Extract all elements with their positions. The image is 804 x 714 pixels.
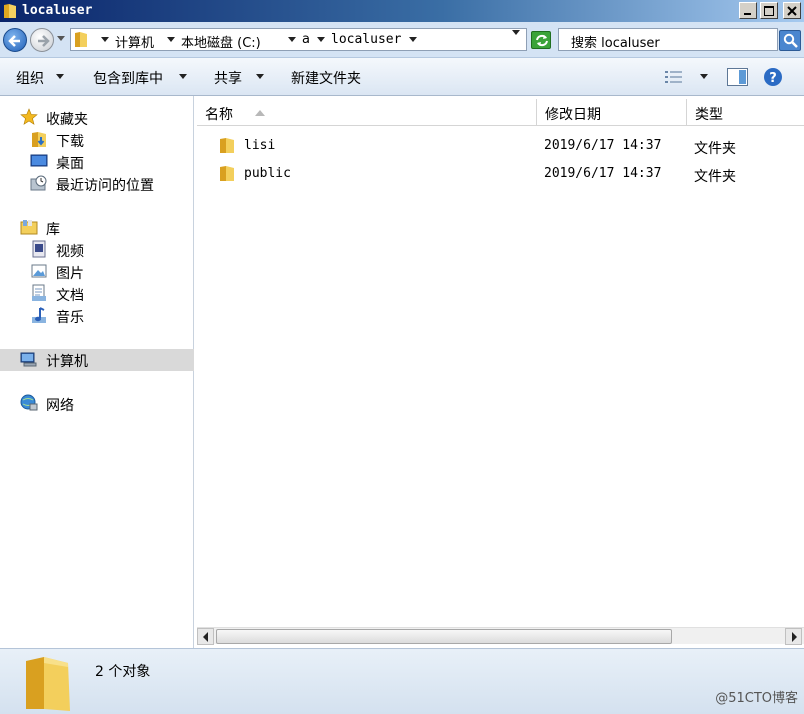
breadcrumb-a[interactable]: a [302,32,310,47]
network-icon [20,394,38,411]
folder-icon [4,4,16,18]
chevron-down-icon[interactable] [179,74,187,80]
organize-button[interactable]: 组织 [16,68,44,88]
close-icon [787,6,797,16]
column-type[interactable]: 类型 [687,99,804,126]
table-row[interactable]: public 2019/6/17 14:37 文件夹 [197,162,804,186]
scroll-right-button[interactable] [785,628,802,645]
chevron-down-icon[interactable] [409,37,417,43]
search-icon [783,33,798,48]
recent-places-icon [30,175,47,191]
address-history-chevron-icon[interactable] [512,30,520,36]
scroll-left-button[interactable] [197,628,214,645]
horizontal-scrollbar[interactable] [197,627,804,645]
documents-icon [32,284,46,301]
column-name[interactable]: 名称 [197,99,537,126]
item-count: 2 个对象 [95,664,151,680]
window-title: localuser [22,3,93,18]
libraries-icon [20,220,38,235]
arrow-right-icon [792,632,797,642]
recent-pages-chevron-icon[interactable] [57,36,65,42]
computer-icon [20,352,37,367]
chevron-down-icon[interactable] [317,37,325,43]
new-folder-button[interactable]: 新建文件夹 [291,68,361,88]
minimize-button[interactable] [739,2,757,19]
arrow-left-icon [8,35,20,47]
sort-ascending-icon [255,110,265,116]
maximize-icon [764,6,774,16]
svg-text:?: ? [769,71,777,86]
back-button[interactable] [3,28,27,52]
videos-icon [32,240,46,258]
address-row: 计算机 本地磁盘 (C:) a localuser 搜索 localuser [0,22,804,58]
column-modified[interactable]: 修改日期 [537,99,687,126]
music-icon [32,307,46,323]
details-pane: 2 个对象 @51CTO博客 [0,648,804,714]
refresh-button[interactable] [531,31,551,49]
minimize-icon [744,13,751,15]
share-button[interactable]: 共享 [214,68,242,88]
column-header: 名称 修改日期 类型 [197,99,804,126]
close-button[interactable] [783,2,801,19]
folder-icon [220,166,234,181]
chevron-down-icon[interactable] [101,37,109,43]
chevron-down-icon[interactable] [167,37,175,43]
help-icon[interactable]: ? [763,67,783,87]
forward-button[interactable] [30,28,54,52]
watermark: @51CTO博客 [715,691,798,706]
arrow-right-icon [38,35,50,47]
address-bar[interactable]: 计算机 本地磁盘 (C:) a localuser [70,28,527,51]
chevron-down-icon[interactable] [256,74,264,80]
chevron-down-icon[interactable] [700,74,708,80]
search-placeholder: 搜索 localuser [571,36,660,51]
scrollbar-thumb[interactable] [216,629,672,644]
chevron-down-icon[interactable] [56,74,64,80]
downloads-folder-icon [32,132,46,147]
search-input[interactable]: 搜索 localuser [558,28,778,51]
arrow-left-icon [203,632,208,642]
table-row[interactable]: lisi 2019/6/17 14:37 文件夹 [197,134,804,158]
title-bar: localuser [0,0,804,22]
maximize-button[interactable] [760,2,778,19]
desktop-icon [30,154,48,167]
chevron-down-icon[interactable] [288,37,296,43]
pictures-icon [31,264,47,278]
navigation-pane: 收藏夹 下载 桌面 最近访问的位置 库 视频 图片 文档 音乐 计算机 网络 [0,96,194,648]
folder-large-icon [26,657,70,711]
file-list-pane: 名称 修改日期 类型 lisi 2019/6/17 14:37 文件夹 publ… [197,96,804,648]
preview-pane-icon[interactable] [727,68,748,86]
command-bar: 组织 包含到库中 共享 新建文件夹 ? [0,58,804,96]
folder-icon [75,32,87,47]
refresh-icon [536,34,548,47]
folder-icon [220,138,234,153]
breadcrumb-computer[interactable]: 计算机 [115,32,154,51]
breadcrumb-localuser[interactable]: localuser [331,32,401,47]
view-details-icon[interactable] [664,69,684,85]
search-button[interactable] [779,30,801,51]
breadcrumb-local-disk[interactable]: 本地磁盘 (C:) [181,32,261,51]
include-in-library-button[interactable]: 包含到库中 [93,68,163,88]
star-icon [20,108,38,125]
